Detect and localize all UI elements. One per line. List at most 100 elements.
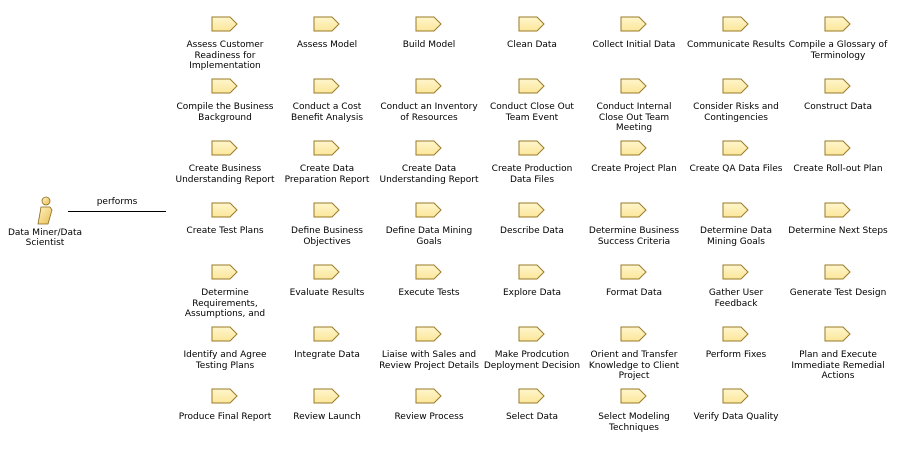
task-label: Create Business Understanding Report — [175, 164, 275, 185]
task-label: Build Model — [402, 40, 456, 50]
task-node[interactable]: Generate Test Design — [788, 264, 888, 324]
task-tag-icon — [211, 140, 238, 156]
task-label: Produce Final Report — [178, 412, 272, 422]
task-node[interactable]: Compile a Glossary of Terminology — [788, 16, 888, 76]
task-node[interactable]: Review Launch — [277, 388, 377, 448]
task-node[interactable]: Define Data Mining Goals — [379, 202, 479, 262]
task-node[interactable]: Create Production Data Files — [482, 140, 582, 200]
task-label: Describe Data — [500, 226, 564, 236]
task-label: Consider Risks and Contingencies — [693, 102, 779, 123]
task-node[interactable]: Gather User Feedback — [686, 264, 786, 324]
task-label: Gather User Feedback — [708, 288, 764, 309]
task-label: Format Data — [605, 288, 663, 298]
task-tag-icon — [313, 264, 340, 280]
task-node[interactable]: Determine Requirements, Assumptions, and — [175, 264, 275, 324]
task-tag-icon — [211, 16, 238, 32]
task-label: Select Modeling Techniques — [598, 412, 670, 433]
task-tag-icon — [211, 326, 238, 342]
task-node[interactable]: Create QA Data Files — [686, 140, 786, 200]
task-node[interactable]: Determine Data Mining Goals — [686, 202, 786, 262]
task-label: Explore Data — [502, 288, 562, 298]
task-node[interactable]: Format Data — [584, 264, 684, 324]
task-node[interactable]: Assess Model — [277, 16, 377, 76]
task-node[interactable]: Select Modeling Techniques — [584, 388, 684, 448]
task-node[interactable]: Clean Data — [482, 16, 582, 76]
task-label: Communicate Results — [686, 40, 786, 50]
task-node[interactable]: Create Data Understanding Report — [379, 140, 479, 200]
task-node[interactable]: Make Prodcution Deployment Decision — [482, 326, 582, 386]
task-node[interactable]: Determine Business Success Criteria — [584, 202, 684, 262]
task-tag-icon — [722, 202, 749, 218]
task-node[interactable]: Produce Final Report — [175, 388, 275, 448]
task-node[interactable]: Conduct an Inventory of Resources — [379, 78, 479, 138]
task-node[interactable]: Construct Data — [788, 78, 888, 138]
task-node[interactable]: Create Test Plans — [175, 202, 275, 262]
task-tag-icon — [722, 16, 749, 32]
task-label: Create Data Understanding Report — [379, 164, 479, 185]
task-label: Conduct an Inventory of Resources — [380, 102, 478, 123]
task-label: Plan and Execute Immediate Remedial Acti… — [791, 350, 885, 381]
task-label: Assess Customer Readiness for Implementa… — [186, 40, 264, 71]
task-tag-icon — [824, 202, 851, 218]
task-tag-icon — [211, 388, 238, 404]
task-tag-icon — [824, 78, 851, 94]
task-tag-icon — [722, 264, 749, 280]
task-node[interactable]: Verify Data Quality — [686, 388, 786, 448]
task-tag-icon — [620, 326, 647, 342]
task-node[interactable]: Create Project Plan — [584, 140, 684, 200]
task-node[interactable]: Conduct Internal Close Out Team Meeting — [584, 78, 684, 138]
task-node[interactable]: Select Data — [482, 388, 582, 448]
task-node[interactable]: Conduct a Cost Benefit Analysis — [277, 78, 377, 138]
task-tag-icon — [518, 140, 545, 156]
task-label: Orient and Transfer Knowledge to Client … — [588, 350, 680, 381]
task-label: Verify Data Quality — [693, 412, 779, 422]
task-node[interactable]: Explore Data — [482, 264, 582, 324]
task-node[interactable]: Identify and Agree Testing Plans — [175, 326, 275, 386]
task-node[interactable]: Describe Data — [482, 202, 582, 262]
task-label: Liaise with Sales and Review Project Det… — [379, 350, 479, 371]
task-node[interactable]: Conduct Close Out Team Event — [482, 78, 582, 138]
task-node[interactable]: Review Process — [379, 388, 479, 448]
task-tag-icon — [313, 140, 340, 156]
task-node[interactable]: Communicate Results — [686, 16, 786, 76]
task-node[interactable]: Build Model — [379, 16, 479, 76]
task-node[interactable]: Consider Risks and Contingencies — [686, 78, 786, 138]
task-tag-icon — [620, 388, 647, 404]
task-label: Make Prodcution Deployment Decision — [483, 350, 581, 371]
task-tag-icon — [824, 264, 851, 280]
task-node[interactable]: Integrate Data — [277, 326, 377, 386]
task-label: Construct Data — [804, 102, 872, 112]
task-node[interactable]: Define Business Objectives — [277, 202, 377, 262]
task-node[interactable]: Create Business Understanding Report — [175, 140, 275, 200]
task-tag-icon — [415, 16, 442, 32]
task-node[interactable]: Collect Initial Data — [584, 16, 684, 76]
task-tag-icon — [824, 140, 851, 156]
task-node[interactable]: Plan and Execute Immediate Remedial Acti… — [788, 326, 888, 386]
task-node[interactable]: Determine Next Steps — [788, 202, 888, 262]
task-node[interactable]: Assess Customer Readiness for Implementa… — [175, 16, 275, 76]
task-node[interactable]: Perform Fixes — [686, 326, 786, 386]
task-label: Determine Data Mining Goals — [700, 226, 772, 247]
task-label: Generate Test Design — [789, 288, 887, 298]
task-tag-icon — [415, 388, 442, 404]
task-tag-icon — [518, 16, 545, 32]
task-node[interactable]: Liaise with Sales and Review Project Det… — [379, 326, 479, 386]
task-label: Review Process — [394, 412, 464, 422]
task-label: Compile a Glossary of Terminology — [788, 40, 888, 61]
task-tag-icon — [620, 16, 647, 32]
task-label: Clean Data — [507, 40, 557, 50]
task-node[interactable]: Create Roll-out Plan — [788, 140, 888, 200]
task-tag-icon — [620, 202, 647, 218]
task-node[interactable]: Evaluate Results — [277, 264, 377, 324]
task-node[interactable]: Compile the Business Background — [175, 78, 275, 138]
task-node[interactable]: Orient and Transfer Knowledge to Client … — [584, 326, 684, 386]
task-tag-icon — [518, 326, 545, 342]
task-label: Integrate Data — [294, 350, 360, 360]
task-tag-icon — [415, 326, 442, 342]
performs-relation[interactable]: performs — [66, 196, 168, 216]
task-node[interactable]: Execute Tests — [379, 264, 479, 324]
task-label: Conduct Close Out Team Event — [490, 102, 574, 123]
task-tag-icon — [518, 202, 545, 218]
task-node[interactable]: Create Data Preparation Report — [277, 140, 377, 200]
task-label: Compile the Business Background — [176, 102, 274, 123]
